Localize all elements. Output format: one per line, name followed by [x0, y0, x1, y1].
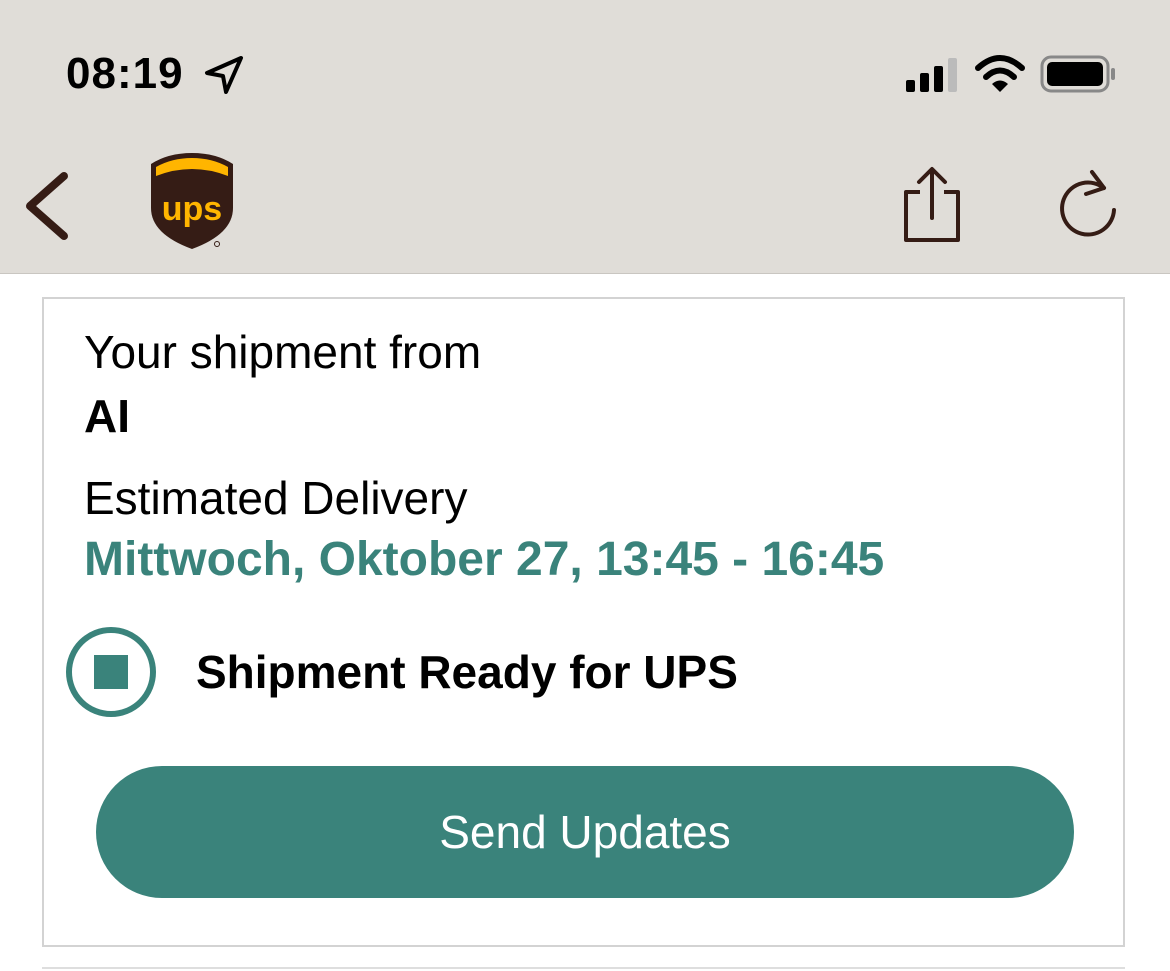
battery-icon	[1040, 55, 1115, 93]
estimated-delivery-value: Mittwoch, Oktober 27, 13:45 - 16:45	[84, 533, 885, 586]
location-arrow-icon	[205, 56, 243, 94]
back-button[interactable]	[18, 162, 82, 252]
shipment-status-text: Shipment Ready for UPS	[196, 646, 738, 698]
shipment-from-value: AI	[84, 390, 130, 442]
cellular-signal-icon	[906, 58, 957, 92]
svg-text:ups: ups	[162, 190, 222, 228]
send-updates-button[interactable]: Send Updates	[96, 766, 1074, 898]
status-indicator-fill	[94, 655, 128, 689]
divider	[42, 967, 1125, 969]
app-header: 08:19 ups	[0, 0, 1170, 274]
status-time: 08:19	[66, 49, 184, 98]
refresh-button[interactable]	[1052, 164, 1124, 244]
shipment-from-label: Your shipment from	[84, 326, 482, 378]
wifi-icon	[975, 55, 1025, 92]
ups-logo: ups	[151, 153, 233, 249]
estimated-delivery-label: Estimated Delivery	[84, 472, 468, 524]
share-button[interactable]	[896, 164, 968, 246]
